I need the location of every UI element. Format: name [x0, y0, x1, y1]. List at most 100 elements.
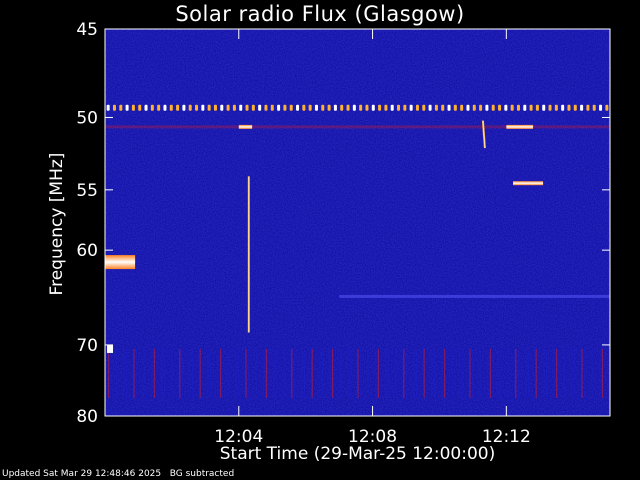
interference-mark: [201, 104, 205, 111]
interference-mark: [112, 104, 116, 111]
texture-stripe: [489, 348, 491, 398]
texture-stripe: [283, 348, 285, 398]
texture-stripe: [181, 348, 183, 398]
interference-mark: [378, 104, 382, 111]
burst-mark: [513, 181, 544, 186]
texture-stripe: [136, 348, 138, 398]
y-tick-label: 80: [76, 407, 98, 427]
interference-mark: [599, 104, 603, 111]
interference-mark: [466, 104, 470, 111]
interference-mark: [321, 104, 325, 111]
interference-mark: [150, 104, 154, 111]
texture-stripe: [543, 348, 545, 398]
interference-mark: [213, 104, 217, 111]
interference-mark: [434, 104, 438, 111]
texture-stripe: [553, 348, 555, 398]
interference-mark: [296, 104, 300, 111]
texture-stripe: [413, 348, 415, 398]
texture-stripe: [263, 348, 265, 398]
texture-stripe: [375, 348, 377, 398]
y-tick-label: 50: [76, 108, 98, 128]
texture-stripe: [599, 348, 601, 398]
interference-mark: [472, 104, 476, 111]
interference-mark: [131, 104, 135, 111]
interference-mark: [163, 104, 167, 111]
burst-mark: [238, 124, 253, 129]
texture-stripe: [248, 348, 250, 398]
texture-stripe: [133, 348, 135, 398]
texture-stripe: [556, 348, 558, 398]
texture-stripe: [591, 348, 593, 398]
interference-mark: [346, 104, 350, 111]
texture-stripe: [217, 348, 219, 398]
interference-mark: [314, 104, 318, 111]
texture-stripe: [528, 348, 530, 398]
interference-mark: [195, 104, 199, 111]
interference-mark: [453, 104, 457, 111]
texture-stripe: [515, 348, 517, 398]
texture-stripe: [321, 348, 323, 398]
texture-stripe: [189, 348, 191, 398]
texture-stripe: [349, 348, 351, 398]
interference-mark: [510, 104, 514, 111]
interference-mark: [220, 104, 224, 111]
texture-stripe: [245, 348, 247, 398]
texture-stripe: [276, 348, 278, 398]
texture-stripe: [500, 348, 502, 398]
texture-stripe: [367, 348, 369, 398]
texture-stripe: [360, 348, 362, 398]
interference-mark: [460, 104, 464, 111]
footer-status: Updated Sat Mar 29 12:48:46 2025 BG subt…: [2, 469, 234, 479]
interference-mark: [188, 104, 192, 111]
texture-stripe: [444, 348, 446, 398]
texture-stripe: [329, 348, 331, 398]
texture-stripe: [255, 348, 257, 398]
texture-stripe: [304, 348, 306, 398]
interference-mark: [226, 104, 230, 111]
texture-stripe: [227, 348, 229, 398]
interference-mark: [333, 104, 337, 111]
texture-stripe: [461, 348, 463, 398]
texture-stripe: [151, 348, 153, 398]
interference-mark: [554, 104, 558, 111]
interference-mark: [176, 104, 180, 111]
interference-mark: [535, 104, 539, 111]
interference-mark: [207, 104, 211, 111]
texture-stripe: [347, 348, 349, 398]
texture-stripe: [563, 348, 565, 398]
texture-stripe: [395, 348, 397, 398]
y-tick-label: 60: [76, 241, 98, 261]
texture-stripe: [291, 348, 293, 398]
interference-mark: [409, 104, 413, 111]
texture-stripe: [388, 348, 390, 398]
interference-mark: [169, 104, 173, 111]
interference-mark: [365, 104, 369, 111]
burst-mark: [105, 255, 136, 270]
texture-stripe: [179, 348, 181, 398]
interference-mark: [479, 104, 483, 111]
texture-stripe: [108, 348, 110, 398]
interference-mark: [403, 104, 407, 111]
interference-mark: [498, 104, 502, 111]
texture-stripe: [237, 348, 239, 398]
texture-stripe: [207, 348, 209, 398]
interference-mark: [384, 104, 388, 111]
interference-mark: [327, 104, 331, 111]
footer-note: BG subtracted: [169, 469, 235, 479]
texture-stripe: [153, 348, 155, 398]
interference-mark: [428, 104, 432, 111]
y-axis-title: Frequency [MHz]: [47, 152, 67, 296]
interference-mark: [251, 104, 255, 111]
texture-stripe: [235, 348, 237, 398]
y-tick-label: 55: [76, 181, 98, 201]
interference-mark: [516, 104, 520, 111]
texture-stripe: [377, 348, 379, 398]
interference-mark: [491, 104, 495, 111]
interference-mark: [586, 104, 590, 111]
interference-mark: [561, 104, 565, 111]
interference-mark: [542, 104, 546, 111]
texture-stripe: [164, 348, 166, 398]
interference-mark: [529, 104, 533, 111]
interference-mark: [308, 104, 312, 111]
interference-mark: [182, 104, 186, 111]
